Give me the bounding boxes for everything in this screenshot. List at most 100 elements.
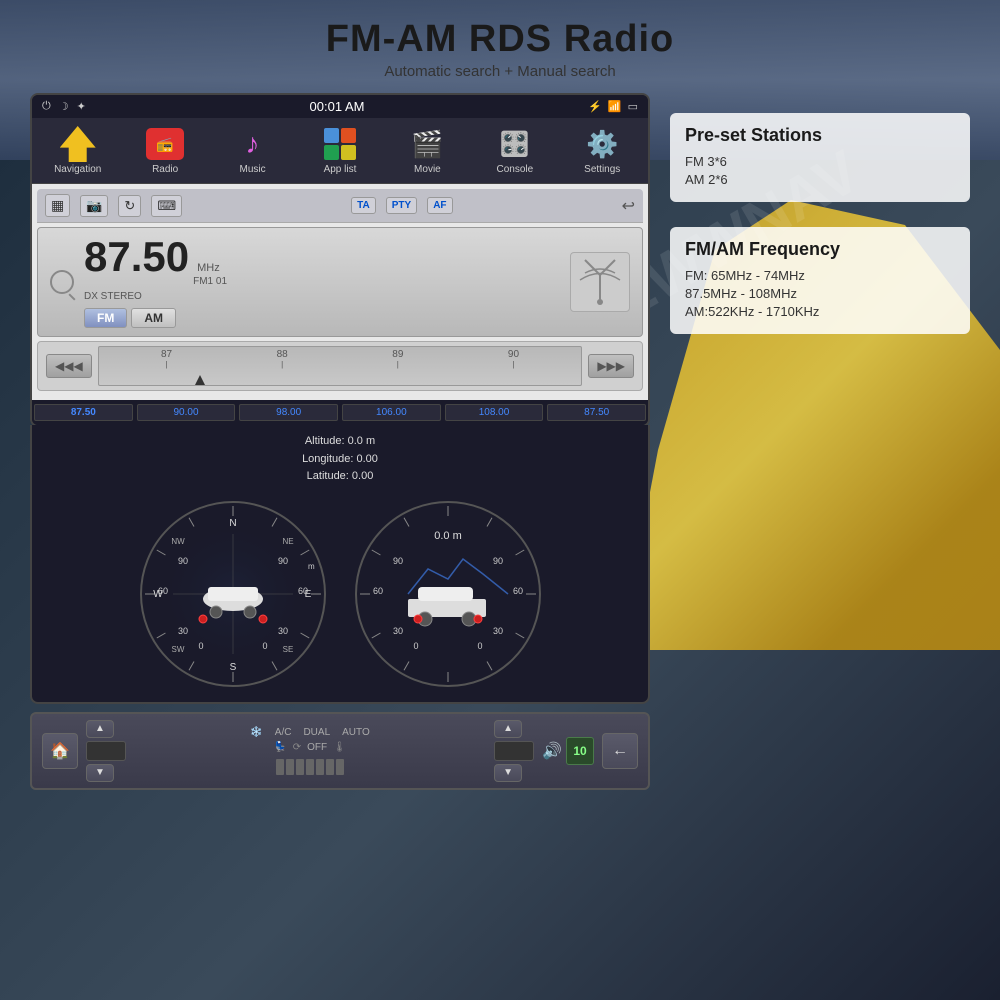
music-label: Music [239,164,265,175]
svg-text:N: N [229,518,236,529]
vent-4 [306,759,314,775]
back-button[interactable]: ↩ [622,196,635,216]
auto-label: AUTO [342,727,370,738]
freq-unit: MHz [197,262,227,274]
power-icon[interactable]: ⏻ [42,100,51,113]
navigation-icon [60,126,96,162]
freq-meta: MHz FM1 01 [193,262,227,287]
applist-icon [324,128,356,160]
climate-bar: 🏠 ▲ ▼ ❄️ A/C DUAL AUTO 💺 ⟳ [30,712,650,790]
svg-text:NW: NW [171,537,185,546]
app-item-music[interactable]: ♪ Music [209,123,296,178]
temp-up-button[interactable]: ▲ [86,720,114,738]
tuner-area: ◀◀◀ 87 88 89 90 ▶▶▶ [37,341,643,391]
svg-text:NE: NE [282,537,293,546]
preset-6[interactable]: 87.50 [547,404,646,421]
preset-2[interactable]: 90.00 [137,404,236,421]
climate-labels: ❄️ A/C DUAL AUTO [250,727,369,738]
movie-icon-wrapper: 🎬 [407,126,447,162]
ta-button[interactable]: TA [351,197,376,214]
pty-button[interactable]: PTY [386,197,417,214]
applist-label: App list [324,164,357,175]
freq-item-3: AM:522KHz - 1710KHz [685,304,955,319]
app-item-settings[interactable]: ⚙️ Settings [559,123,646,178]
app-item-console[interactable]: 🎛️ Console [471,123,558,178]
svg-text:90: 90 [492,556,502,566]
camera-button[interactable]: 📷 [80,195,108,217]
app-item-applist[interactable]: App list [296,123,383,178]
altitude-info: Altitude: 0.0 m Longitude: 0.00 Latitude… [40,433,640,486]
svg-text:0: 0 [477,641,482,651]
temp-right-up-button[interactable]: ▲ [494,720,522,738]
back-home-button[interactable]: ← [602,733,638,769]
music-icon-wrapper: ♪ [233,126,273,162]
svg-text:90: 90 [392,556,402,566]
skip-back-button[interactable]: ◀◀◀ [46,354,92,378]
vent-6 [326,759,334,775]
fm-button[interactable]: FM [84,308,127,328]
frequency-section: FM/AM Frequency FM: 65MHz - 74MHz 87.5MH… [670,227,970,334]
svg-text:0: 0 [198,641,203,651]
svg-text:90: 90 [177,556,187,566]
brightness-icon[interactable]: ✦ [77,100,86,113]
gauges-section: Altitude: 0.0 m Longitude: 0.00 Latitude… [30,425,650,704]
vent-2 [286,759,294,775]
temp-right-controls: ▲ ▼ [494,720,534,782]
home-button[interactable]: 🏠 [42,733,78,769]
left-gauge: N S W E NE NW SE SW [133,494,333,694]
settings-icon: ⚙️ [586,129,618,160]
preset-4[interactable]: 106.00 [342,404,441,421]
freq-row: 87.50 MHz FM1 01 [84,236,560,287]
movie-label: Movie [414,164,441,175]
moon-icon[interactable]: ☽ [59,100,69,113]
console-icon: 🎛️ [500,130,530,159]
page-subtitle: Automatic search + Manual search [326,63,675,80]
radio-icon-wrapper: 📻 [145,126,185,162]
music-icon: ♪ [246,128,260,160]
rotate-button[interactable]: ↻ [118,195,141,217]
svg-text:30: 30 [392,626,402,636]
navigation-label: Navigation [54,164,101,175]
skip-forward-button[interactable]: ▶▶▶ [588,354,634,378]
search-icon [50,270,74,294]
main-layout: ⏻ ☽ ✦ 00:01 AM ⚡ 📶 ▭ [30,93,970,790]
settings-label: Settings [584,164,620,175]
preset-1[interactable]: 87.50 [34,404,133,421]
radio-display: 87.50 MHz FM1 01 DX STEREO FM AM [37,227,643,337]
preset-5[interactable]: 108.00 [445,404,544,421]
temp-down-button[interactable]: ▼ [86,764,114,782]
device-column: ⏻ ☽ ✦ 00:01 AM ⚡ 📶 ▭ [30,93,650,790]
temp-right-down-button[interactable]: ▼ [494,764,522,782]
app-item-navigation[interactable]: Navigation [34,123,121,178]
af-button[interactable]: AF [427,197,452,214]
gauges-row: N S W E NE NW SE SW [40,494,640,694]
keyboard-button[interactable]: ⌨ [151,195,182,217]
svg-text:90: 90 [277,556,287,566]
settings-icon-wrapper: ⚙️ [582,126,622,162]
svg-text:0.0 m: 0.0 m [434,530,462,542]
window-icon: ▭ [628,100,638,113]
svg-text:m: m [308,562,315,571]
app-item-radio[interactable]: 📻 Radio [121,123,208,178]
app-bar: Navigation 📻 Radio ♪ Music [32,118,648,184]
equalizer-button[interactable]: ▦ [45,194,70,217]
vent-5 [316,759,324,775]
preset-am: AM 2*6 [685,172,955,187]
left-gauge-svg: N S W E NE NW SE SW [133,494,333,694]
svg-text:SW: SW [171,645,184,654]
am-button[interactable]: AM [131,308,176,328]
app-item-movie[interactable]: 🎬 Movie [384,123,471,178]
svg-text:60: 60 [157,586,167,596]
frequency-value: 87.50 [84,236,189,278]
freq-sub-info: FM1 01 [193,276,227,287]
wifi-icon: 📶 [608,100,622,113]
temp-left-controls: ▲ ▼ [86,720,126,782]
vent-7 [336,759,344,775]
heat-icon: 🌡 [333,742,346,753]
console-label: Console [496,164,533,175]
dual-label: DUAL [303,727,330,738]
latitude-value: Latitude: 0.00 [40,468,640,486]
preset-3[interactable]: 98.00 [239,404,338,421]
status-bar: ⏻ ☽ ✦ 00:01 AM ⚡ 📶 ▭ [32,95,648,118]
tuner-needle [195,375,205,385]
